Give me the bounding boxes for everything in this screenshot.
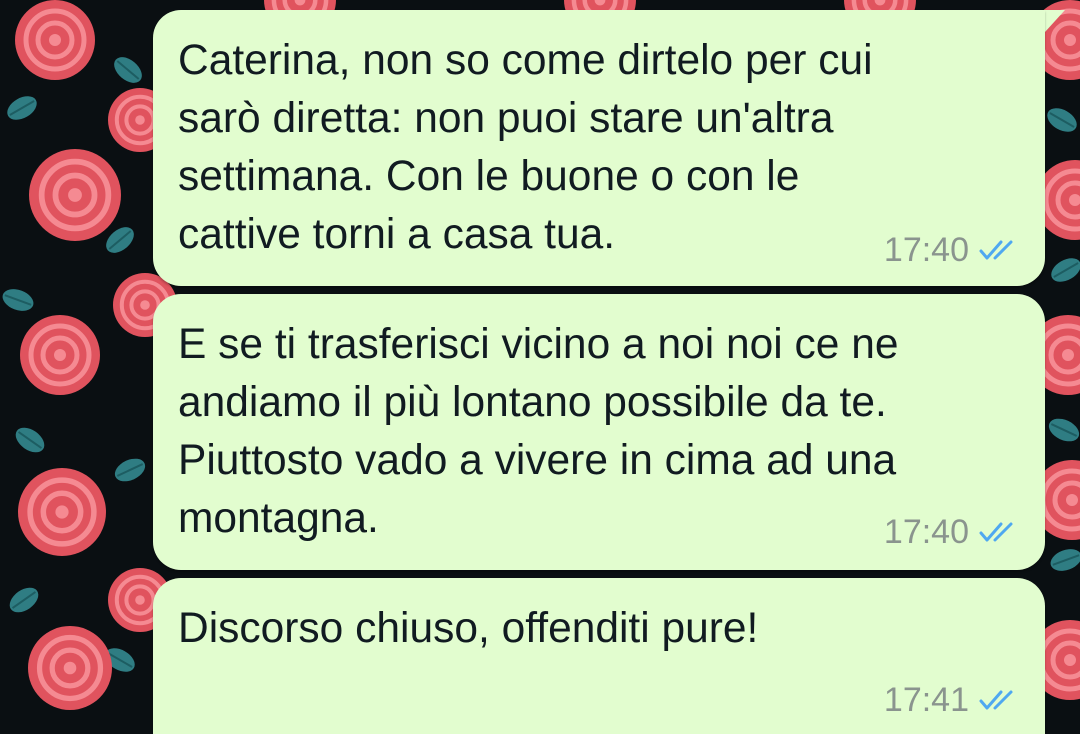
message-time: 17:40 bbox=[883, 513, 969, 551]
double-check-read-icon bbox=[979, 521, 1017, 543]
message-meta: 17:40 bbox=[884, 512, 1017, 552]
outgoing-message-bubble[interactable]: Caterina, non so come dirtelo per cui sa… bbox=[153, 10, 1045, 286]
chat-conversation: Caterina, non so come dirtelo per cui sa… bbox=[0, 0, 1080, 734]
message-meta: 17:40 bbox=[884, 230, 1017, 270]
double-check-read-icon bbox=[979, 239, 1017, 261]
message-time: 17:40 bbox=[883, 231, 969, 269]
message-text: Discorso chiuso, offenditi pure! bbox=[178, 605, 759, 652]
message-meta: 17:41 bbox=[884, 680, 1017, 720]
bubble-tail bbox=[1045, 10, 1065, 32]
outgoing-message-bubble[interactable]: E se ti trasferisci vicino a noi noi ce … bbox=[153, 294, 1045, 570]
outgoing-message-bubble[interactable]: Discorso chiuso, offenditi pure! 17:41 bbox=[153, 578, 1045, 734]
message-time: 17:41 bbox=[883, 681, 969, 719]
double-check-read-icon bbox=[979, 689, 1017, 711]
